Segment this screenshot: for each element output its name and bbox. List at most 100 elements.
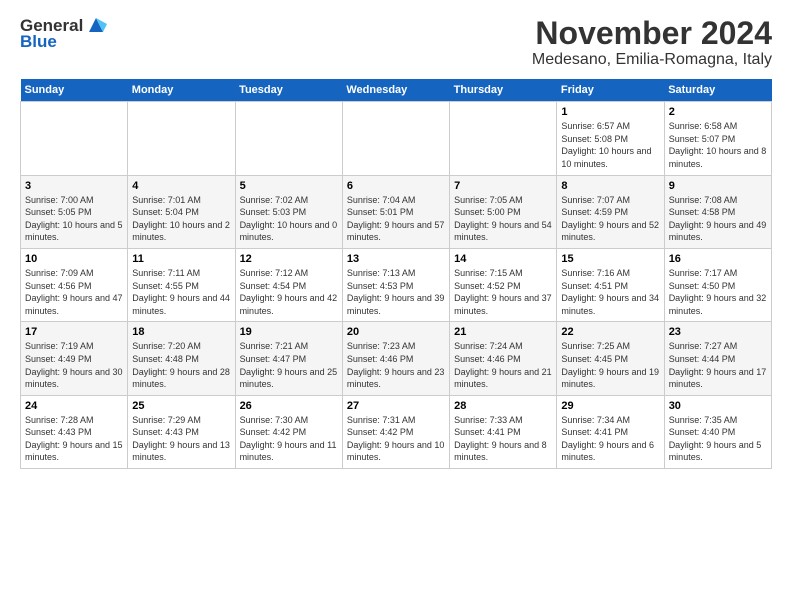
day-number: 9 bbox=[669, 180, 767, 192]
col-monday: Monday bbox=[128, 79, 235, 102]
day-number: 10 bbox=[25, 253, 123, 265]
day-info: Sunrise: 7:01 AM Sunset: 5:04 PM Dayligh… bbox=[132, 195, 230, 243]
day-cell: 19 Sunrise: 7:21 AM Sunset: 4:47 PM Dayli… bbox=[235, 322, 342, 395]
day-cell: 26 Sunrise: 7:30 AM Sunset: 4:42 PM Dayli… bbox=[235, 395, 342, 468]
day-cell: 8Sunrise: 7:07 AM Sunset: 4:59 PM Daylig… bbox=[557, 175, 664, 248]
day-number: 15 bbox=[561, 253, 659, 265]
day-number: 16 bbox=[669, 253, 767, 265]
day-number: 8 bbox=[561, 180, 659, 192]
day-info: Sunrise: 7:30 AM Sunset: 4:42 PM Dayligh… bbox=[240, 415, 337, 463]
day-cell bbox=[235, 102, 342, 175]
col-saturday: Saturday bbox=[664, 79, 771, 102]
day-number: 20 bbox=[347, 326, 445, 338]
day-cell: 12 Sunrise: 7:12 AM Sunset: 4:54 PM Dayli… bbox=[235, 248, 342, 321]
day-cell: 23Sunrise: 7:27 AM Sunset: 4:44 PM Dayli… bbox=[664, 322, 771, 395]
day-cell: 9Sunrise: 7:08 AM Sunset: 4:58 PM Daylig… bbox=[664, 175, 771, 248]
day-info: Sunrise: 7:25 AM Sunset: 4:45 PM Dayligh… bbox=[561, 341, 659, 389]
day-cell bbox=[21, 102, 128, 175]
day-cell: 21 Sunrise: 7:24 AM Sunset: 4:46 PM Dayli… bbox=[450, 322, 557, 395]
day-number: 21 bbox=[454, 326, 552, 338]
day-info: Sunrise: 7:09 AM Sunset: 4:56 PM Dayligh… bbox=[25, 268, 123, 316]
day-cell: 16 Sunrise: 7:17 AM Sunset: 4:50 PM Dayli… bbox=[664, 248, 771, 321]
week-row-0: 1Sunrise: 6:57 AM Sunset: 5:08 PM Daylig… bbox=[21, 102, 772, 175]
day-cell: 29 Sunrise: 7:34 AM Sunset: 4:41 PM Dayli… bbox=[557, 395, 664, 468]
day-cell: 7 Sunrise: 7:05 AM Sunset: 5:00 PM Daylig… bbox=[450, 175, 557, 248]
day-cell: 15 Sunrise: 7:16 AM Sunset: 4:51 PM Dayli… bbox=[557, 248, 664, 321]
day-number: 3 bbox=[25, 180, 123, 192]
location-title: Medesano, Emilia-Romagna, Italy bbox=[532, 51, 772, 69]
day-number: 2 bbox=[669, 106, 767, 118]
day-cell: 22 Sunrise: 7:25 AM Sunset: 4:45 PM Dayli… bbox=[557, 322, 664, 395]
col-thursday: Thursday bbox=[450, 79, 557, 102]
day-cell: 6 Sunrise: 7:04 AM Sunset: 5:01 PM Daylig… bbox=[342, 175, 449, 248]
day-number: 1 bbox=[561, 106, 659, 118]
day-number: 22 bbox=[561, 326, 659, 338]
day-number: 28 bbox=[454, 400, 552, 412]
month-title: November 2024 bbox=[532, 16, 772, 51]
day-info: Sunrise: 7:12 AM Sunset: 4:54 PM Dayligh… bbox=[240, 268, 338, 316]
day-number: 6 bbox=[347, 180, 445, 192]
day-info: Sunrise: 6:58 AM Sunset: 5:07 PM Dayligh… bbox=[669, 121, 767, 169]
calendar-table: Sunday Monday Tuesday Wednesday Thursday… bbox=[20, 79, 772, 469]
day-number: 24 bbox=[25, 400, 123, 412]
day-cell: 10 Sunrise: 7:09 AM Sunset: 4:56 PM Dayli… bbox=[21, 248, 128, 321]
logo: General Blue bbox=[20, 16, 107, 52]
day-cell: 28 Sunrise: 7:33 AM Sunset: 4:41 PM Dayli… bbox=[450, 395, 557, 468]
header: General Blue November 2024 Medesano, Emi… bbox=[20, 16, 772, 69]
day-number: 13 bbox=[347, 253, 445, 265]
day-number: 12 bbox=[240, 253, 338, 265]
day-info: Sunrise: 7:17 AM Sunset: 4:50 PM Dayligh… bbox=[669, 268, 767, 316]
day-info: Sunrise: 7:34 AM Sunset: 4:41 PM Dayligh… bbox=[561, 415, 654, 463]
day-cell: 30Sunrise: 7:35 AM Sunset: 4:40 PM Dayli… bbox=[664, 395, 771, 468]
day-cell: 27 Sunrise: 7:31 AM Sunset: 4:42 PM Dayli… bbox=[342, 395, 449, 468]
day-number: 7 bbox=[454, 180, 552, 192]
day-info: Sunrise: 7:13 AM Sunset: 4:53 PM Dayligh… bbox=[347, 268, 445, 316]
day-info: Sunrise: 7:31 AM Sunset: 4:42 PM Dayligh… bbox=[347, 415, 445, 463]
day-cell bbox=[128, 102, 235, 175]
day-number: 14 bbox=[454, 253, 552, 265]
day-cell bbox=[342, 102, 449, 175]
day-number: 27 bbox=[347, 400, 445, 412]
header-row: Sunday Monday Tuesday Wednesday Thursday… bbox=[21, 79, 772, 102]
day-info: Sunrise: 7:19 AM Sunset: 4:49 PM Dayligh… bbox=[25, 341, 123, 389]
day-cell: 20Sunrise: 7:23 AM Sunset: 4:46 PM Dayli… bbox=[342, 322, 449, 395]
day-cell: 17 Sunrise: 7:19 AM Sunset: 4:49 PM Dayli… bbox=[21, 322, 128, 395]
col-friday: Friday bbox=[557, 79, 664, 102]
day-number: 5 bbox=[240, 180, 338, 192]
logo-icon bbox=[85, 14, 107, 36]
week-row-1: 3Sunrise: 7:00 AM Sunset: 5:05 PM Daylig… bbox=[21, 175, 772, 248]
logo-blue: Blue bbox=[20, 32, 57, 52]
day-info: Sunrise: 7:02 AM Sunset: 5:03 PM Dayligh… bbox=[240, 195, 338, 243]
col-wednesday: Wednesday bbox=[342, 79, 449, 102]
day-info: Sunrise: 7:27 AM Sunset: 4:44 PM Dayligh… bbox=[669, 341, 767, 389]
day-info: Sunrise: 7:11 AM Sunset: 4:55 PM Dayligh… bbox=[132, 268, 230, 316]
day-number: 26 bbox=[240, 400, 338, 412]
day-number: 18 bbox=[132, 326, 230, 338]
day-cell: 24 Sunrise: 7:28 AM Sunset: 4:43 PM Dayli… bbox=[21, 395, 128, 468]
day-info: Sunrise: 7:29 AM Sunset: 4:43 PM Dayligh… bbox=[132, 415, 230, 463]
week-row-4: 24 Sunrise: 7:28 AM Sunset: 4:43 PM Dayli… bbox=[21, 395, 772, 468]
day-cell: 2 Sunrise: 6:58 AM Sunset: 5:07 PM Daylig… bbox=[664, 102, 771, 175]
col-sunday: Sunday bbox=[21, 79, 128, 102]
day-cell: 25Sunrise: 7:29 AM Sunset: 4:43 PM Dayli… bbox=[128, 395, 235, 468]
day-cell: 4Sunrise: 7:01 AM Sunset: 5:04 PM Daylig… bbox=[128, 175, 235, 248]
day-number: 30 bbox=[669, 400, 767, 412]
day-number: 19 bbox=[240, 326, 338, 338]
day-number: 17 bbox=[25, 326, 123, 338]
day-info: Sunrise: 7:04 AM Sunset: 5:01 PM Dayligh… bbox=[347, 195, 445, 243]
day-cell: 11Sunrise: 7:11 AM Sunset: 4:55 PM Dayli… bbox=[128, 248, 235, 321]
day-cell: 13 Sunrise: 7:13 AM Sunset: 4:53 PM Dayli… bbox=[342, 248, 449, 321]
day-info: Sunrise: 7:24 AM Sunset: 4:46 PM Dayligh… bbox=[454, 341, 552, 389]
col-tuesday: Tuesday bbox=[235, 79, 342, 102]
day-cell: 18Sunrise: 7:20 AM Sunset: 4:48 PM Dayli… bbox=[128, 322, 235, 395]
week-row-2: 10 Sunrise: 7:09 AM Sunset: 4:56 PM Dayli… bbox=[21, 248, 772, 321]
day-info: Sunrise: 7:05 AM Sunset: 5:00 PM Dayligh… bbox=[454, 195, 552, 243]
day-info: Sunrise: 7:21 AM Sunset: 4:47 PM Dayligh… bbox=[240, 341, 338, 389]
day-cell: 1Sunrise: 6:57 AM Sunset: 5:08 PM Daylig… bbox=[557, 102, 664, 175]
day-cell: 14Sunrise: 7:15 AM Sunset: 4:52 PM Dayli… bbox=[450, 248, 557, 321]
day-info: Sunrise: 7:16 AM Sunset: 4:51 PM Dayligh… bbox=[561, 268, 659, 316]
page: General Blue November 2024 Medesano, Emi… bbox=[0, 0, 792, 479]
day-number: 29 bbox=[561, 400, 659, 412]
day-info: Sunrise: 7:33 AM Sunset: 4:41 PM Dayligh… bbox=[454, 415, 547, 463]
day-info: Sunrise: 7:28 AM Sunset: 4:43 PM Dayligh… bbox=[25, 415, 123, 463]
